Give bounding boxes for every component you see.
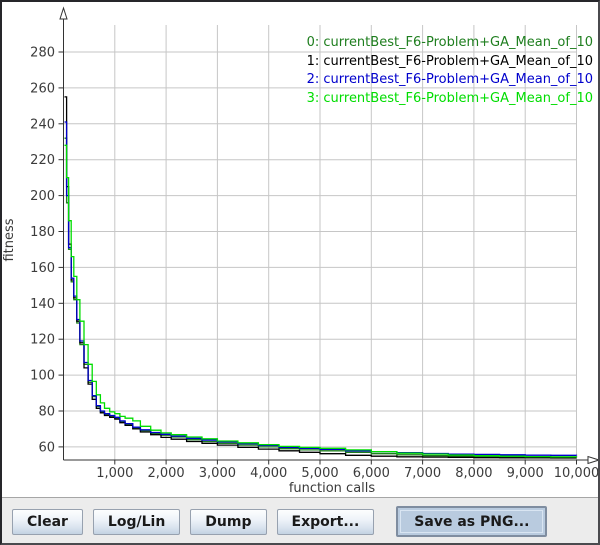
export-button[interactable]: Export... xyxy=(277,509,375,535)
x-tick-label: 4,000 xyxy=(250,466,287,481)
x-tick-label: 9,000 xyxy=(507,466,544,481)
x-tick-label: 10,000 xyxy=(554,466,598,481)
x-tick-label: 3,000 xyxy=(199,466,236,481)
legend-item-0: 0: currentBest_F6-Problem+GA_Mean_of_10 xyxy=(307,34,593,53)
x-tick-label: 6,000 xyxy=(353,466,390,481)
dump-button[interactable]: Dump xyxy=(190,509,266,535)
save-png-button[interactable]: Save as PNG... xyxy=(396,506,547,537)
y-axis-arrow xyxy=(60,8,67,19)
legend-item-3: 3: currentBest_F6-Problem+GA_Mean_of_10 xyxy=(307,90,593,109)
x-tick-label: 5,000 xyxy=(301,466,338,481)
y-tick-label: 240 xyxy=(30,117,55,132)
y-tick-label: 260 xyxy=(30,81,55,96)
legend-item-2: 2: currentBest_F6-Problem+GA_Mean_of_10 xyxy=(307,71,593,90)
plot-window: 280 260 240 220 200 180 160 140 120 100 80 60 1,000 2… xyxy=(0,0,600,545)
x-tick-label: 2,000 xyxy=(147,466,184,481)
y-tick-label: 140 xyxy=(30,297,55,312)
x-tick-label: 7,000 xyxy=(404,466,441,481)
y-tick-label: 280 xyxy=(30,46,55,61)
chart-panel: 280 260 240 220 200 180 160 140 120 100 80 60 1,000 2… xyxy=(2,2,598,498)
y-tick-label: 180 xyxy=(30,225,55,240)
y-tick-label: 220 xyxy=(30,153,55,168)
clear-button[interactable]: Clear xyxy=(12,509,83,535)
y-axis-title: fitness xyxy=(2,218,17,261)
y-tick-label: 200 xyxy=(30,189,55,204)
y-tick-label: 100 xyxy=(30,369,55,384)
x-axis-title: function calls xyxy=(289,481,376,496)
loglin-button[interactable]: Log/Lin xyxy=(93,509,180,535)
x-tick-label: 1,000 xyxy=(96,466,133,481)
y-tick-label: 120 xyxy=(30,333,55,348)
legend: 0: currentBest_F6-Problem+GA_Mean_of_10 … xyxy=(307,34,593,108)
x-tick-label: 8,000 xyxy=(455,466,492,481)
button-toolbar: Clear Log/Lin Dump Export... Save as PNG… xyxy=(2,498,598,545)
legend-item-1: 1: currentBest_F6-Problem+GA_Mean_of_10 xyxy=(307,53,593,72)
x-axis-arrow xyxy=(588,457,598,464)
y-tick-label: 80 xyxy=(38,405,55,420)
y-tick-label: 160 xyxy=(30,261,55,276)
y-tick-label: 60 xyxy=(38,440,55,455)
